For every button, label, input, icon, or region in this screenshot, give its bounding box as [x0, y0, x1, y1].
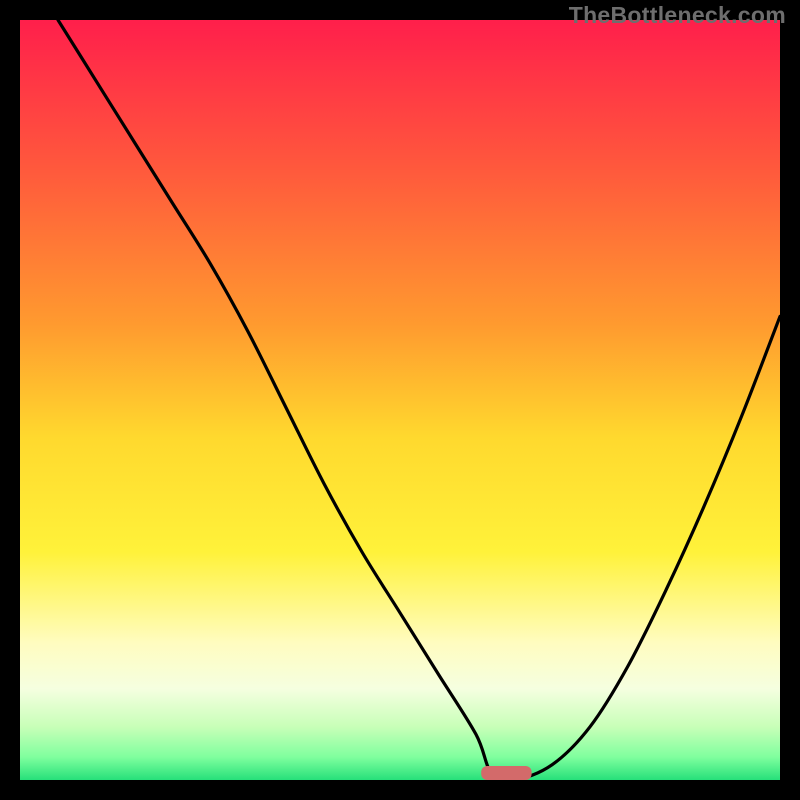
chart-frame: TheBottleneck.com [0, 0, 800, 800]
optimum-marker [481, 766, 531, 780]
watermark-text: TheBottleneck.com [569, 2, 786, 29]
plot-area [20, 20, 780, 780]
gradient-background [20, 20, 780, 780]
bottleneck-chart [20, 20, 780, 780]
